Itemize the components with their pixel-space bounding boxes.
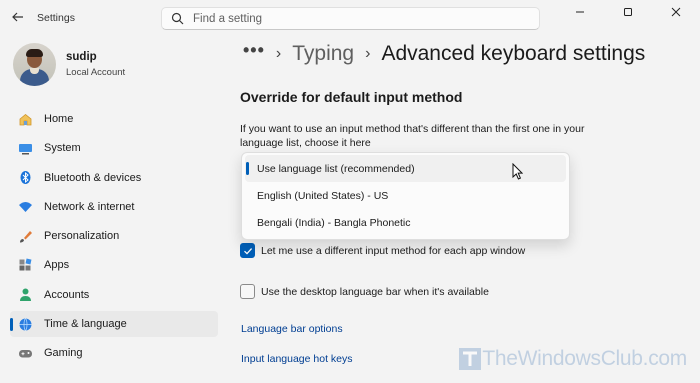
profile-name: sudip <box>66 51 97 63</box>
dropdown-option-bengali-phonetic[interactable]: Bengali (India) - Bangla Phonetic <box>245 209 566 236</box>
app-title: Settings <box>37 12 75 24</box>
monitor-icon <box>17 140 33 156</box>
settings-window: Settings sudip Loc <box>0 0 700 383</box>
wifi-icon <box>17 199 33 215</box>
breadcrumb-more-button[interactable]: ••• <box>243 40 265 61</box>
page-title: Advanced keyboard settings <box>381 42 646 65</box>
close-button[interactable] <box>652 0 700 24</box>
chevron-right-icon: › <box>275 45 282 62</box>
brush-icon <box>17 228 33 244</box>
sidebar-item-label: Accounts <box>44 288 90 301</box>
sidebar-item-gaming[interactable]: Gaming <box>10 340 218 366</box>
sidebar-item-label: Personalization <box>44 230 120 243</box>
dropdown-option-english-us[interactable]: English (United States) - US <box>245 182 566 209</box>
gamepad-icon <box>17 345 33 361</box>
main-content: ••• › Typing › Advanced keyboard setting… <box>225 36 700 383</box>
checkmark-icon <box>243 247 252 255</box>
bluetooth-icon <box>17 170 33 186</box>
sidebar-item-label: Time & language <box>44 318 127 331</box>
sidebar-item-apps[interactable]: Apps <box>10 252 218 278</box>
sidebar-item-personalization[interactable]: Personalization <box>10 223 218 249</box>
search-box[interactable] <box>161 7 540 30</box>
profile-account-type: Local Account <box>66 67 126 78</box>
person-icon <box>17 287 33 303</box>
close-icon <box>671 7 681 17</box>
sidebar-nav: Home System Bluetooth & devices Network … <box>10 106 218 370</box>
home-icon <box>17 111 33 127</box>
per-app-input-checkbox[interactable] <box>240 243 255 258</box>
minimize-button[interactable] <box>556 0 604 24</box>
search-input[interactable] <box>193 12 513 25</box>
breadcrumb: ••• › Typing › Advanced keyboard setting… <box>243 40 646 66</box>
sidebar-item-label: Gaming <box>44 347 83 360</box>
windows-club-logo-icon <box>459 348 482 370</box>
back-button[interactable] <box>8 7 28 27</box>
language-bar-options-link[interactable]: Language bar options <box>241 323 343 335</box>
sidebar-item-accounts[interactable]: Accounts <box>10 282 218 308</box>
sidebar-item-bluetooth-devices[interactable]: Bluetooth & devices <box>10 165 218 191</box>
chevron-right-icon: › <box>365 45 371 62</box>
input-language-hot-keys-link[interactable]: Input language hot keys <box>241 353 353 365</box>
breadcrumb-parent-link[interactable]: Typing <box>292 42 354 66</box>
globe-clock-icon <box>17 316 33 332</box>
mouse-cursor-icon <box>512 163 523 180</box>
search-icon <box>170 12 184 26</box>
section-title: Override for default input method <box>240 89 463 105</box>
per-app-input-method-option[interactable]: Let me use a different input method for … <box>240 243 525 258</box>
avatar <box>13 43 56 86</box>
minimize-icon <box>576 11 584 13</box>
maximize-icon <box>624 8 632 16</box>
per-app-input-label: Let me use a different input method for … <box>261 244 526 257</box>
desktop-language-bar-checkbox[interactable] <box>240 284 255 299</box>
sidebar-item-system[interactable]: System <box>10 135 218 161</box>
sidebar-item-time-language[interactable]: Time & language <box>10 311 218 338</box>
watermark-text: TheWindowsClub.com <box>482 347 687 370</box>
sidebar-item-label: Network & internet <box>44 200 135 213</box>
sidebar-item-label: Bluetooth & devices <box>44 171 142 184</box>
apps-icon <box>17 257 33 273</box>
sidebar-item-network-internet[interactable]: Network & internet <box>10 194 218 220</box>
maximize-button[interactable] <box>604 0 652 24</box>
watermark: TheWindowsClub.com <box>458 347 687 371</box>
sidebar-item-label: Home <box>44 113 74 125</box>
section-description: If you want to use an input method that'… <box>240 123 585 149</box>
sidebar-item-home[interactable]: Home <box>10 106 218 132</box>
title-bar: Settings <box>0 0 700 36</box>
window-controls <box>556 0 700 24</box>
desktop-language-bar-label: Use the desktop language bar when it's a… <box>261 285 489 298</box>
arrow-left-icon <box>12 12 23 22</box>
sidebar: sudip Local Account Home System Bluetoot… <box>0 36 225 383</box>
sidebar-item-label: Apps <box>44 259 70 272</box>
user-profile[interactable]: sudip Local Account <box>13 43 125 86</box>
desktop-language-bar-option[interactable]: Use the desktop language bar when it's a… <box>240 284 489 299</box>
sidebar-item-label: System <box>44 142 81 155</box>
